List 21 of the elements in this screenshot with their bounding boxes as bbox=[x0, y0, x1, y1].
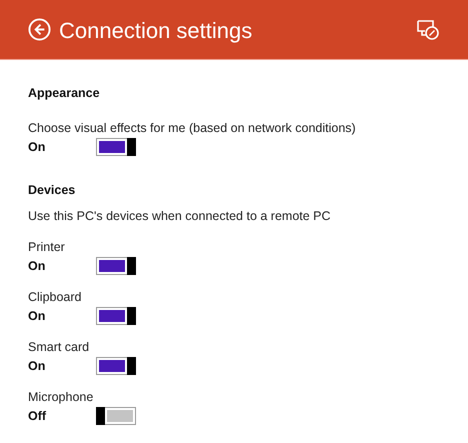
toggle-switch[interactable] bbox=[96, 406, 136, 424]
state-label: On bbox=[28, 358, 46, 372]
setting-description: Choose visual effects for me (based on network conditions) bbox=[28, 120, 357, 137]
back-icon[interactable] bbox=[28, 18, 51, 41]
state-label: Off bbox=[28, 408, 48, 422]
setting-label: Printer bbox=[28, 239, 66, 256]
section-heading: Devices bbox=[28, 182, 76, 199]
toggle-switch[interactable] bbox=[96, 356, 136, 374]
toggle-switch[interactable] bbox=[96, 256, 136, 274]
setting-label: Clipboard bbox=[28, 289, 83, 306]
section-description: Use this PC's devices when connected to a remote PC bbox=[28, 208, 332, 225]
toggle-switch[interactable] bbox=[96, 306, 136, 324]
section-heading: Appearance bbox=[28, 85, 101, 102]
page-title: Connection settings bbox=[59, 16, 254, 44]
toggle-switch[interactable] bbox=[96, 138, 136, 156]
setting-label: Microphone bbox=[28, 389, 94, 406]
state-label: On bbox=[28, 308, 46, 322]
setting-label: Smart card bbox=[28, 339, 90, 356]
state-label: On bbox=[28, 258, 46, 272]
monitor-icon[interactable] bbox=[415, 19, 440, 40]
state-label: On bbox=[28, 140, 46, 154]
